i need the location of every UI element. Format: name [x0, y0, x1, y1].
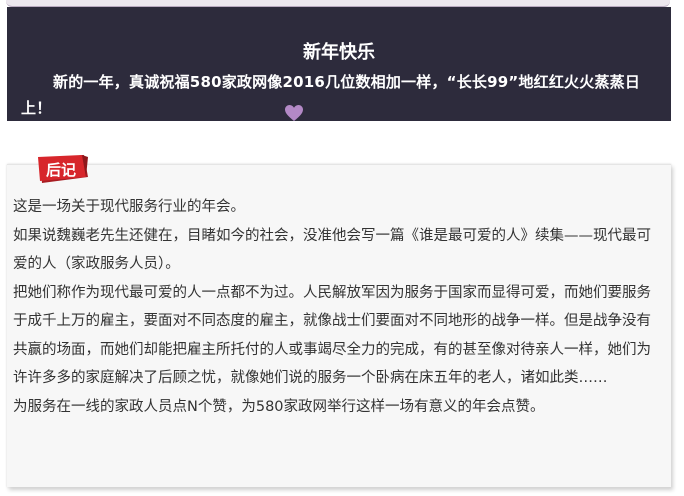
afterword-content: 这是一场关于现代服务行业的年会。 如果说魏巍老先生还健在，目睹如今的社会，没准他… [13, 193, 661, 421]
afterword-tag-label: 后记 [45, 161, 76, 179]
afterword-paragraph: 这是一场关于现代服务行业的年会。 [13, 199, 245, 215]
heart-icon [285, 105, 303, 121]
banner-greeting-text: 新的一年，真诚祝福580家政网像2016几位数相加一样，“长长99”地红红火火蒸… [21, 73, 641, 117]
new-year-banner: 新年快乐 新的一年，真诚祝福580家政网像2016几位数相加一样，“长长99”地… [7, 7, 671, 121]
top-frame-strip [6, 0, 670, 7]
afterword-paragraph: 为服务在一线的家政人员点N个赞，为580家政网举行这样一场有意义的年会点赞。 [13, 398, 545, 415]
afterword-paragraph: 把她们称作为现代最可爱的人一点都不为过。人民解放军因为服务于国家而显得可爱，而她… [13, 284, 651, 387]
banner-title: 新年快乐 [303, 42, 375, 63]
afterword-paragraph: 如果说魏巍老先生还健在，目睹如今的社会，没准他会写一篇《谁是最可爱的人》续集——… [13, 227, 651, 273]
